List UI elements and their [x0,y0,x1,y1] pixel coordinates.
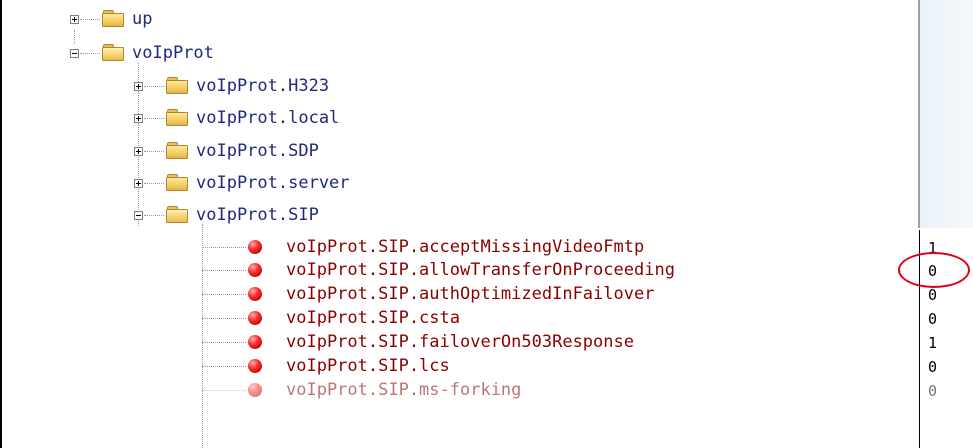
tree-node-voipprot-server[interactable]: voIpProt.server [2,172,402,194]
parameter-value[interactable]: 0 [928,356,937,378]
parameter-icon [248,240,262,254]
parameter-name: voIpProt.SIP.csta [286,308,460,328]
folder-open-icon [102,44,124,61]
tree-leaf-row[interactable]: voIpProt.SIP.acceptMissingVideoFmtp 1 [2,236,973,258]
config-tree: up voIpProt voIpProt.H323 voIpProt.local… [2,0,937,448]
folder-icon [166,77,188,94]
tree-node-label: voIpProt.server [196,173,350,193]
parameter-value[interactable]: 1 [928,332,937,354]
parameter-icon [248,383,262,397]
value-pane-header-area [920,0,973,228]
tree-leaf-row[interactable]: voIpProt.SIP.authOptimizedInFailover 0 [2,283,973,305]
parameter-icon [248,335,262,349]
collapse-icon[interactable] [70,49,79,58]
tree-node-label: up [132,9,153,29]
tree-node-voipprot-sdp[interactable]: voIpProt.SDP [2,140,402,162]
tree-node-label: voIpProt.H323 [196,76,330,96]
tree-node-label: voIpProt [132,43,214,63]
parameter-icon [248,287,262,301]
folder-open-icon [166,206,188,223]
expand-icon[interactable] [134,82,143,91]
parameter-name: voIpProt.SIP.failoverOn503Response [286,332,634,352]
expand-icon[interactable] [134,179,143,188]
parameter-name: voIpProt.SIP.lcs [286,356,450,376]
folder-icon [102,10,124,27]
tree-node-voipprot-sip[interactable]: voIpProt.SIP [2,204,402,226]
tree-node-voipprot-local[interactable]: voIpProt.local [2,107,402,129]
tree-node-voipprot[interactable]: voIpProt [2,42,402,64]
parameter-name: voIpProt.SIP.ms-forking [286,380,522,400]
parameter-icon [248,311,262,325]
parameter-value[interactable]: 0 [928,380,937,402]
tree-leaf-row[interactable]: voIpProt.SIP.csta 0 [2,307,973,329]
parameter-name: voIpProt.SIP.allowTransferOnProceeding [286,260,675,280]
tree-leaf-row[interactable]: voIpProt.SIP.ms-forking 0 [2,379,973,401]
tree-leaf-row[interactable]: voIpProt.SIP.lcs 0 [2,355,973,377]
tree-node-up[interactable]: up [2,8,402,30]
tree-node-label: voIpProt.SIP [196,205,319,225]
expand-icon[interactable] [70,15,79,24]
parameter-name: voIpProt.SIP.authOptimizedInFailover [286,284,655,304]
tree-node-label: voIpProt.local [196,108,340,128]
tree-node-label: voIpProt.SDP [196,141,319,161]
collapse-icon[interactable] [134,211,143,220]
folder-icon [166,109,188,126]
expand-icon[interactable] [134,114,143,123]
tree-leaf-row[interactable]: voIpProt.SIP.allowTransferOnProceeding 0 [2,259,973,281]
expand-icon[interactable] [134,147,143,156]
tree-leaf-row[interactable]: voIpProt.SIP.failoverOn503Response 1 [2,331,973,353]
parameter-name: voIpProt.SIP.acceptMissingVideoFmtp [286,237,645,257]
folder-icon [166,174,188,191]
parameter-value[interactable]: 0 [928,308,937,330]
tree-node-voipprot-h323[interactable]: voIpProt.H323 [2,75,402,97]
parameter-icon [248,263,262,277]
folder-icon [166,142,188,159]
parameter-icon [248,359,262,373]
highlight-annotation-ellipse [898,252,970,288]
